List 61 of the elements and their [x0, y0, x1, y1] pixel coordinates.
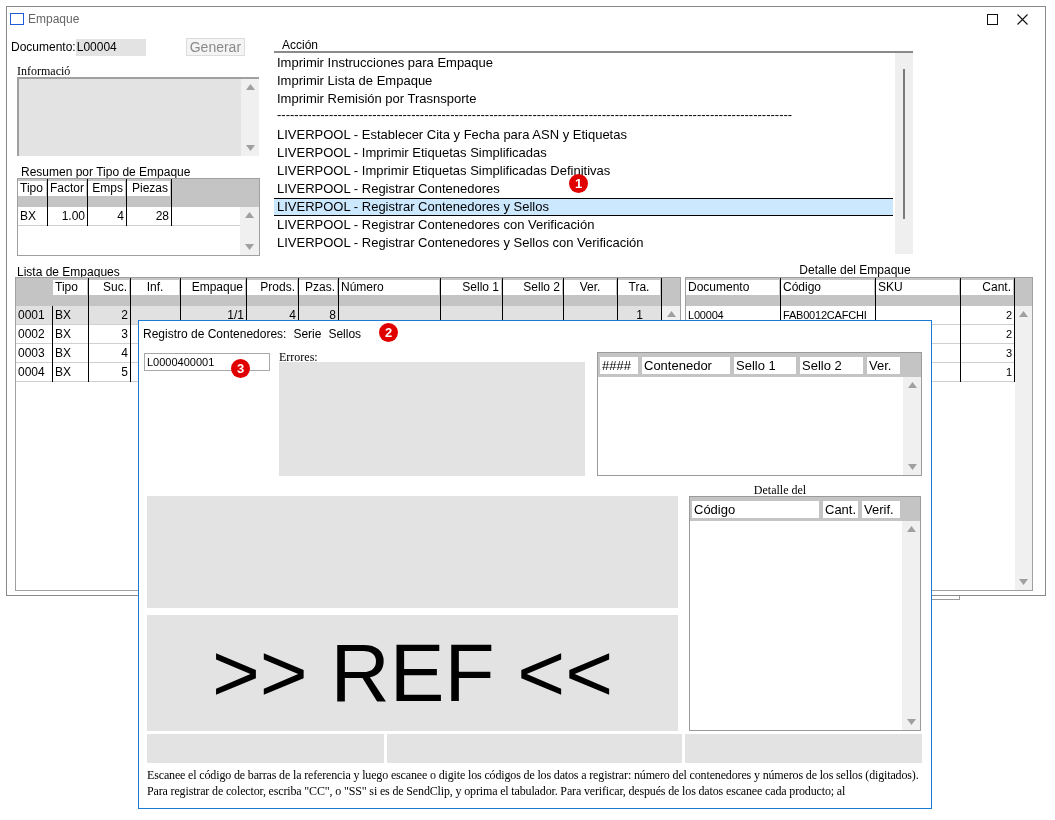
- instructions-text: Escanee el código de barras de la referencia y luego escanee o digite los códigos de los datos a registrar: número del contenedores y números de los sellos (digitados). Para registrar de colector, escriba "CC", o "SS" si es de SendClip, y oprima el tabulador. Para verificar, después de los datos escanee cada producto; al: [147, 767, 920, 799]
- action-label: Acción: [282, 39, 320, 51]
- list-item[interactable]: Imprimir Lista de Empaque: [274, 72, 435, 90]
- info-label: Informació: [17, 65, 72, 77]
- summary-title: Resumen por Tipo de Empaque: [21, 166, 192, 178]
- column-header[interactable]: Código: [781, 278, 876, 306]
- list-item[interactable]: LIVERPOOL - Registrar Contenedores: [274, 180, 502, 198]
- dialog-label: Serie: [293, 325, 322, 343]
- reference-text: >> REF <<: [211, 632, 614, 714]
- window-title: Empaque: [28, 11, 80, 28]
- column-header[interactable]: Factor: [48, 179, 88, 207]
- table-cell: 5: [89, 363, 131, 382]
- column-header[interactable]: Ver.: [564, 278, 618, 306]
- column-header[interactable]: Sello 1: [441, 278, 503, 306]
- column-header[interactable]: ####: [600, 356, 638, 374]
- table-title: Detalle del Empaque: [798, 263, 912, 277]
- column-header[interactable]: Piezas: [127, 179, 172, 207]
- column-header[interactable]: Tipo: [18, 179, 48, 207]
- column-header[interactable]: Ver.: [867, 356, 900, 374]
- document-label: Documento:: [11, 39, 76, 56]
- column-header[interactable]: SKU: [876, 278, 961, 306]
- dialog-label: Sellos: [328, 325, 362, 343]
- table-cell: 4: [88, 207, 127, 226]
- list-item[interactable]: LIVERPOOL - Registrar Contenedores y Sellos: [274, 198, 893, 216]
- column-header[interactable]: Tra.: [618, 278, 662, 306]
- document-field[interactable]: L00004: [75, 38, 146, 56]
- table-cell: BX: [18, 207, 48, 226]
- containers-grid[interactable]: #### Contenedor Sello 1 Sello 2 Ver.: [597, 352, 922, 476]
- column-header[interactable]: Número: [339, 278, 441, 306]
- errors-label: Errores:: [279, 352, 319, 362]
- list-item[interactable]: Imprimir Remisión por Trasnsporte: [274, 90, 479, 108]
- column-header[interactable]: Sello 2: [503, 278, 564, 306]
- column-header[interactable]: Sello 2: [800, 356, 863, 374]
- dialog-title: Registro de Contenedores:: [143, 325, 287, 343]
- table-cell: 0004: [16, 363, 53, 382]
- column-header[interactable]: Inf.: [131, 278, 181, 306]
- detail-grid[interactable]: Código Cant. Verif.: [689, 496, 921, 731]
- column-header[interactable]: Pzas.: [299, 278, 339, 306]
- separator-line: -----------------------------------------------------------------------------------------------------------------------: [276, 108, 794, 124]
- table-cell: BX: [53, 363, 89, 382]
- list-item[interactable]: LIVERPOOL - Registrar Contenedores con Verificación: [274, 216, 597, 234]
- column-header[interactable]: Cant.: [961, 278, 1015, 306]
- list-item[interactable]: LIVERPOOL - Imprimir Etiquetas Simplificadas: [274, 144, 549, 162]
- column-header[interactable]: Cant.: [823, 500, 858, 518]
- column-header[interactable]: Empaque: [181, 278, 247, 306]
- list-item[interactable]: LIVERPOOL - Establecer Cita y Fecha para ASN y Etiquetas: [274, 126, 629, 144]
- list-item[interactable]: LIVERPOOL - Registrar Contenedores y Sellos con Verificación: [274, 234, 646, 252]
- list-item[interactable]: Imprimir Instrucciones para Empaque: [274, 54, 496, 72]
- column-header[interactable]: Documento: [686, 278, 781, 306]
- table-title: Lista de Empaques: [17, 267, 121, 277]
- column-header[interactable]: Sello 1: [734, 356, 796, 374]
- column-header[interactable]: Suc.: [89, 278, 131, 306]
- column-header[interactable]: Prods.: [247, 278, 299, 306]
- column-header[interactable]: Verif.: [862, 500, 900, 518]
- column-header[interactable]: Tipo: [53, 278, 89, 306]
- table-cell: 1.00: [48, 207, 88, 226]
- grid-title: Detalle del: [752, 485, 808, 496]
- column-header[interactable]: Código: [692, 500, 819, 518]
- table-cell: 28: [127, 207, 172, 226]
- column-header[interactable]: Emps: [88, 179, 127, 207]
- column-header[interactable]: Contenedor: [642, 356, 730, 374]
